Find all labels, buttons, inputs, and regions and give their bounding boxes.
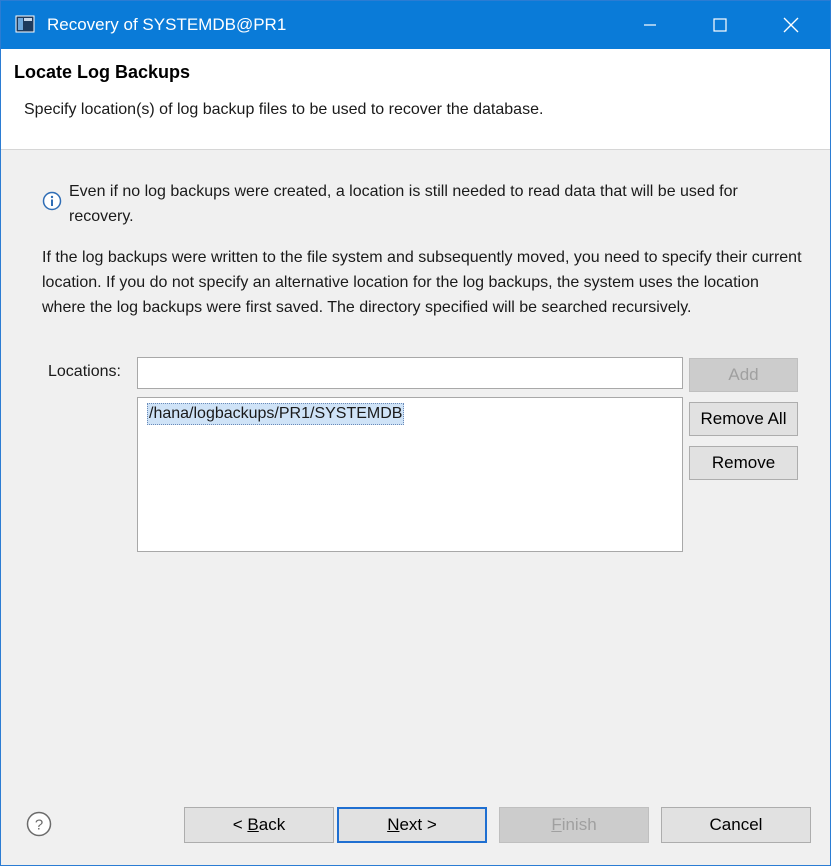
remove-button[interactable]: Remove [689, 446, 798, 480]
recovery-dialog: Recovery of SYSTEMDB@PR1 Locate Log Back… [0, 0, 831, 866]
finish-label-mnemonic: F [551, 815, 562, 834]
locations-label: Locations: [48, 363, 121, 380]
back-label-prefix: < [232, 815, 248, 834]
window-title: Recovery of SYSTEMDB@PR1 [47, 15, 287, 34]
cancel-button[interactable]: Cancel [661, 807, 811, 843]
next-label-mnemonic: N [387, 815, 400, 834]
locations-list[interactable]: /hana/logbackups/PR1/SYSTEMDB [137, 397, 683, 552]
svg-text:?: ? [35, 817, 43, 834]
back-label-suffix: ack [258, 815, 286, 834]
info-message: Even if no log backups were created, a l… [69, 183, 738, 225]
instructions-text: If the log backups were written to the f… [42, 249, 802, 316]
maximize-icon [713, 18, 727, 32]
remove-all-button[interactable]: Remove All [689, 402, 798, 436]
next-label-suffix: ext > [399, 815, 437, 834]
locations-input[interactable] [137, 357, 683, 389]
page-description: Specify location(s) of log backup files … [24, 101, 544, 118]
info-icon [42, 191, 62, 211]
close-icon [783, 17, 799, 33]
maximize-button[interactable] [685, 1, 755, 49]
list-item[interactable]: /hana/logbackups/PR1/SYSTEMDB [147, 403, 405, 425]
back-label-mnemonic: B [247, 815, 259, 834]
finish-label-suffix: inish [561, 815, 597, 834]
wizard-header: Locate Log Backups Specify location(s) o… [1, 49, 830, 150]
back-button[interactable]: < Back [184, 807, 334, 843]
next-button[interactable]: Next > [337, 807, 487, 843]
page-title: Locate Log Backups [14, 62, 191, 82]
minimize-icon [644, 24, 656, 26]
finish-button[interactable]: Finish [499, 807, 649, 843]
title-bar[interactable]: Recovery of SYSTEMDB@PR1 [1, 1, 830, 49]
app-icon [15, 14, 35, 34]
help-icon[interactable]: ? [26, 811, 52, 837]
close-button[interactable] [756, 1, 826, 49]
minimize-button[interactable] [615, 1, 685, 49]
add-button[interactable]: Add [689, 358, 798, 392]
